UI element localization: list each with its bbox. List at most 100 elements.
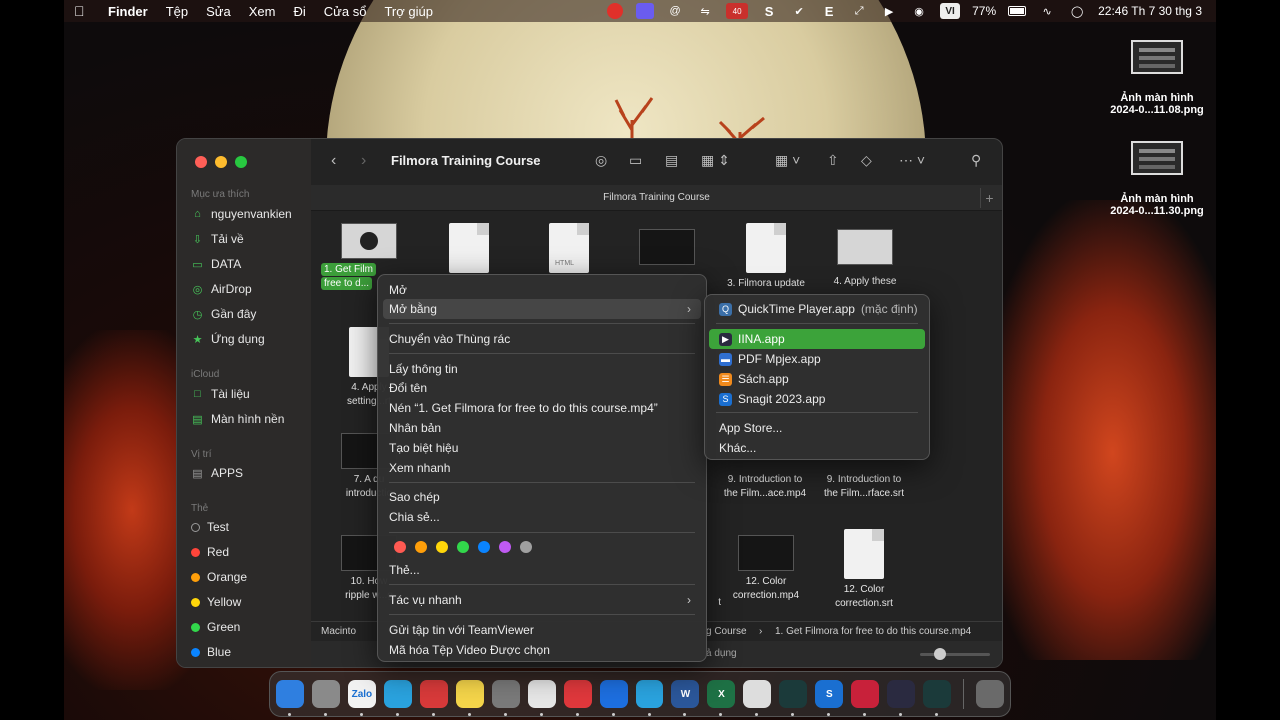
dock-app-anydesk[interactable] — [563, 680, 592, 716]
menu-item-move-to-trash[interactable]: Chuyển vào Thùng rác — [383, 329, 701, 349]
menu-view[interactable]: Xem — [249, 4, 276, 19]
apple-menu-icon[interactable]:  — [74, 3, 90, 19]
path-file[interactable]: 1. Get Filmora for free to do this cours… — [775, 622, 971, 642]
battery-icon[interactable] — [1008, 3, 1027, 19]
control-center-icon[interactable]: ◯ — [1068, 3, 1086, 19]
arrows-icon[interactable]: ⤢ — [850, 3, 868, 19]
file-item-srt[interactable]: 9. Introduction to the Film...rface.srt — [816, 473, 912, 501]
sidebar-item-apps-drive[interactable]: ▤ APPS — [191, 466, 243, 480]
app-snagit[interactable]: S Snagit 2023.app — [709, 389, 925, 409]
desktop-screenshot-1[interactable]: Ảnh màn hình 2024-0...11.08.png — [1097, 40, 1217, 116]
menu-item-make-alias[interactable]: Tạo biệt hiệu — [383, 438, 701, 458]
sidebar-item-data[interactable]: ▭ DATA — [191, 257, 241, 271]
menubar-clock[interactable]: 22:46 Th 7 30 thg 3 — [1098, 4, 1202, 18]
dock-app-chrome[interactable] — [527, 680, 556, 716]
dock-app-notes[interactable] — [455, 680, 484, 716]
dock-app-snagit[interactable]: S — [815, 680, 844, 716]
file-item-video[interactable]: 4. Apply these — [817, 229, 913, 289]
new-folder-icon[interactable]: ▭ — [629, 152, 642, 169]
share-icon[interactable]: ⇧ — [827, 152, 839, 169]
menu-item-app-store[interactable]: App Store... — [709, 418, 925, 438]
dock-app-settings[interactable] — [491, 680, 520, 716]
zoom-button[interactable] — [235, 156, 247, 168]
file-item[interactable] — [421, 223, 517, 277]
at-sign-icon[interactable]: @ — [666, 3, 684, 19]
tag-red-dot[interactable] — [394, 541, 406, 553]
notification-badge[interactable]: 40 — [726, 3, 749, 19]
screen-share-icon[interactable] — [636, 3, 655, 19]
dock-app-finder[interactable] — [276, 680, 304, 716]
tag-yellow-dot[interactable] — [436, 541, 448, 553]
tag-green-dot[interactable] — [457, 541, 469, 553]
sidebar-tag-orange[interactable]: Orange — [191, 570, 247, 584]
path-folder[interactable]: g Course — [706, 622, 747, 642]
app-iina[interactable]: ▶ IINA.app — [709, 329, 925, 349]
dock-app-iina[interactable] — [887, 680, 916, 716]
trash-icon[interactable]: ▤ — [665, 152, 678, 169]
menu-item-compress[interactable]: Nén “1. Get Filmora for free to do this … — [383, 398, 701, 418]
menu-help[interactable]: Trợ giúp — [384, 4, 433, 19]
play-circle-icon[interactable]: ▶ — [880, 3, 898, 19]
menu-file[interactable]: Tệp — [166, 4, 188, 19]
dock-app-shield[interactable] — [635, 680, 664, 716]
more-actions-icon[interactable]: ⋯ ˅ — [899, 152, 925, 169]
sidebar-tag-green[interactable]: Green — [191, 620, 240, 634]
back-chevron-icon[interactable]: ‹ — [331, 152, 336, 170]
menu-item-open[interactable]: Mở — [383, 280, 701, 300]
path-disk[interactable]: Macinto — [321, 626, 356, 637]
file-item-video[interactable] — [619, 229, 715, 269]
sidebar-tag-yellow[interactable]: Yellow — [191, 595, 241, 609]
sidebar-tag-red[interactable]: Red — [191, 545, 229, 559]
dock-app-raspberry[interactable] — [851, 680, 880, 716]
file-item-video[interactable]: 9. Introduction to the Film...ace.mp4 — [717, 473, 813, 501]
menu-go[interactable]: Đi — [293, 4, 305, 19]
icon-size-slider[interactable] — [920, 648, 990, 660]
menu-edit[interactable]: Sửa — [206, 4, 231, 19]
sidebar-item-downloads[interactable]: ⇩ Tải về — [191, 232, 244, 246]
user-circle-icon[interactable]: ◉ — [910, 3, 928, 19]
dock-app-launchpad[interactable] — [311, 680, 340, 716]
sidebar-item-documents[interactable]: □ Tài liệu — [191, 387, 250, 401]
menu-finder[interactable]: Finder — [108, 4, 148, 19]
sidebar-item-home[interactable]: ⌂ nguyenvankien — [191, 207, 292, 221]
tag-blue-dot[interactable] — [478, 541, 490, 553]
menu-item-other[interactable]: Khác... — [709, 438, 925, 458]
network-activity-icon[interactable]: ⇋ — [696, 3, 714, 19]
menu-item-rename[interactable]: Đổi tên — [383, 378, 701, 398]
menu-item-copy[interactable]: Sao chép — [383, 487, 701, 507]
sidebar-tag-test[interactable]: Test — [191, 520, 229, 534]
sidebar-item-recents[interactable]: ◷ Gần đây — [191, 307, 257, 321]
shield-check-icon[interactable]: ✔ — [790, 3, 808, 19]
sidebar-item-applications[interactable]: ★ Ứng dụng — [191, 332, 265, 346]
tag-gray-dot[interactable] — [520, 541, 532, 553]
menu-item-get-info[interactable]: Lấy thông tin — [383, 359, 701, 379]
menu-item-quick-look[interactable]: Xem nhanh — [383, 458, 701, 478]
dock-app-word[interactable]: W — [671, 680, 700, 716]
menu-item-encode-video[interactable]: Mã hóa Tệp Video Được chọn — [383, 640, 701, 660]
file-item-srt[interactable]: 12. Color correction.srt — [816, 529, 912, 611]
screen-record-icon[interactable] — [606, 3, 624, 19]
sidebar-tag-blue[interactable]: Blue — [191, 645, 231, 659]
file-item-html[interactable]: HTML — [521, 223, 617, 277]
app-pdf-mpjex[interactable]: ▬ PDF Mpjex.app — [709, 349, 925, 369]
menu-window[interactable]: Cửa sổ — [324, 4, 367, 19]
menu-item-share[interactable]: Chia sẻ... — [383, 507, 701, 527]
forward-chevron-icon[interactable]: › — [361, 152, 366, 170]
dock-app-filmora-2[interactable] — [923, 680, 952, 716]
menu-item-duplicate[interactable]: Nhân bản — [383, 418, 701, 438]
dock-app-gears[interactable] — [743, 680, 772, 716]
sidebar-item-desktop[interactable]: ▤ Màn hình nền — [191, 412, 284, 426]
dock-trash-icon[interactable] — [976, 680, 1005, 708]
new-tab-plus-icon[interactable]: + — [980, 188, 998, 208]
evernote-e-icon[interactable]: E — [820, 3, 838, 19]
input-source-icon[interactable]: VI — [940, 3, 961, 19]
airdrop-icon[interactable]: ◎ — [595, 152, 607, 169]
dock-app-zalo[interactable]: Zalo — [347, 680, 376, 716]
menu-item-open-with[interactable]: Mở bằng › — [383, 299, 701, 319]
sidebar-item-airdrop[interactable]: ◎ AirDrop — [191, 282, 252, 296]
menu-item-tags[interactable]: Thẻ... — [383, 560, 701, 580]
tab-current-folder[interactable]: Filmora Training Course — [603, 192, 710, 203]
close-button[interactable] — [195, 156, 207, 168]
dock-app-excel[interactable]: X — [707, 680, 736, 716]
group-icon[interactable]: ▦ ˅ — [775, 152, 800, 169]
